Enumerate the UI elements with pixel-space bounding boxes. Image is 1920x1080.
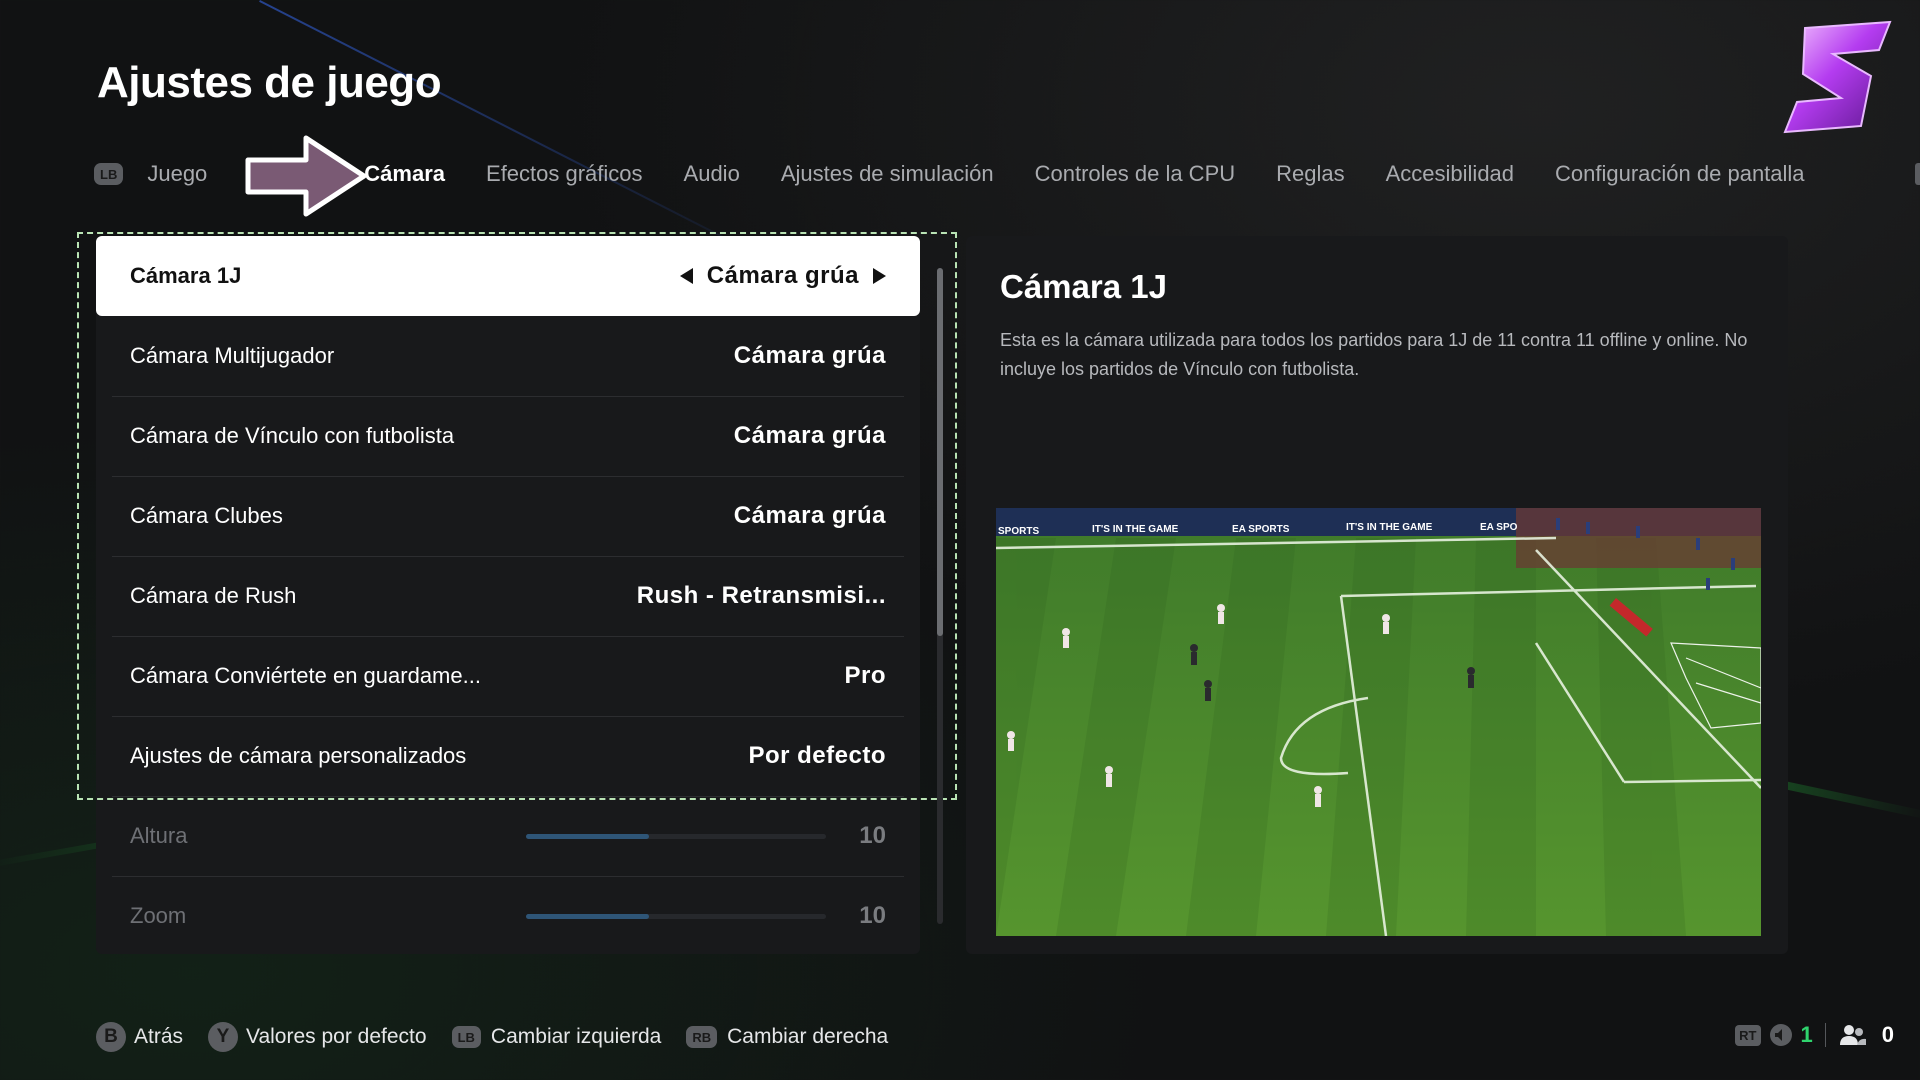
board-text: EA SPO xyxy=(1480,522,1518,533)
tab-reglas[interactable]: Reglas xyxy=(1276,161,1344,187)
y-button-icon: Y xyxy=(208,1022,239,1052)
players-count: 1 xyxy=(1800,1022,1813,1047)
switch-right-label: Cambiar derecha xyxy=(727,1025,889,1048)
switch-left-label: Cambiar izquierda xyxy=(490,1025,662,1048)
status-bar: RT 1 0 xyxy=(1735,1022,1894,1048)
party-users-icon xyxy=(1839,1025,1866,1045)
tab-ajustes-de-simulacion[interactable]: Ajustes de simulación xyxy=(781,161,994,187)
board-text: IT'S IN THE GAME xyxy=(1092,524,1179,535)
setting-row-altura[interactable]: Altura 10 xyxy=(96,796,920,876)
slider-fill xyxy=(526,833,649,839)
rb-button-icon: RB xyxy=(686,1026,718,1048)
altura-slider[interactable] xyxy=(526,833,826,839)
board-text: IT'S IN THE GAME xyxy=(1346,522,1433,533)
background-light-streak xyxy=(1770,778,1920,820)
focus-outline xyxy=(77,232,957,800)
b-button-icon: B xyxy=(96,1022,126,1052)
lb-button-icon[interactable]: LB xyxy=(94,163,124,185)
party-count: 0 xyxy=(1881,1022,1894,1047)
slider-fill xyxy=(526,913,649,919)
footer-button-hints: B Atrás Y Valores por defecto LB Cambiar… xyxy=(96,1022,913,1052)
season-logo xyxy=(1783,20,1892,134)
lb-button-icon: LB xyxy=(451,1026,481,1048)
setting-label: Altura xyxy=(130,823,188,848)
defaults-label: Valores por defecto xyxy=(246,1025,427,1048)
tab-controles-de-la-cpu[interactable]: Controles de la CPU xyxy=(1035,161,1236,187)
switch-right-action[interactable]: RB Cambiar derecha xyxy=(686,1025,888,1049)
back-label: Atrás xyxy=(134,1025,184,1048)
info-description: Esta es la cámara utilizada para todos l… xyxy=(1000,330,1748,379)
tab-audio[interactable]: Audio xyxy=(684,161,740,187)
back-action[interactable]: B Atrás xyxy=(96,1022,183,1052)
camera-preview-image: SPORTS IT'S IN THE GAME EA SPORTS IT'S I… xyxy=(996,508,1761,936)
slider-value: 10 xyxy=(859,822,886,849)
board-text: EA SPORTS xyxy=(1232,524,1290,535)
tab-efectos-graficos[interactable]: Efectos gráficos xyxy=(486,161,643,187)
arrow-pointer-icon xyxy=(245,135,367,217)
rb-button-icon[interactable] xyxy=(1915,163,1920,185)
zoom-slider[interactable] xyxy=(526,913,826,919)
tab-accesibilidad[interactable]: Accesibilidad xyxy=(1386,161,1514,187)
slider-value: 10 xyxy=(859,902,886,929)
page-title: Ajustes de juego xyxy=(97,58,442,107)
setting-row-zoom[interactable]: Zoom 10 xyxy=(96,876,920,956)
setting-label: Zoom xyxy=(130,903,187,928)
status-divider xyxy=(1824,1023,1826,1047)
board-text: SPORTS xyxy=(998,526,1039,537)
scrollbar-thumb[interactable] xyxy=(937,268,943,636)
switch-left-action[interactable]: LB Cambiar izquierda xyxy=(451,1025,662,1049)
tab-camara[interactable]: Cámara xyxy=(364,161,445,187)
defaults-action[interactable]: Y Valores por defecto xyxy=(208,1022,427,1052)
tab-configuracion-de-pantalla[interactable]: Configuración de pantalla xyxy=(1555,161,1805,187)
info-title: Cámara 1J xyxy=(1000,268,1167,305)
speaker-muted-icon xyxy=(1769,1024,1792,1046)
rt-button-icon: RT xyxy=(1735,1024,1761,1046)
tab-juego[interactable]: Juego xyxy=(147,161,207,187)
